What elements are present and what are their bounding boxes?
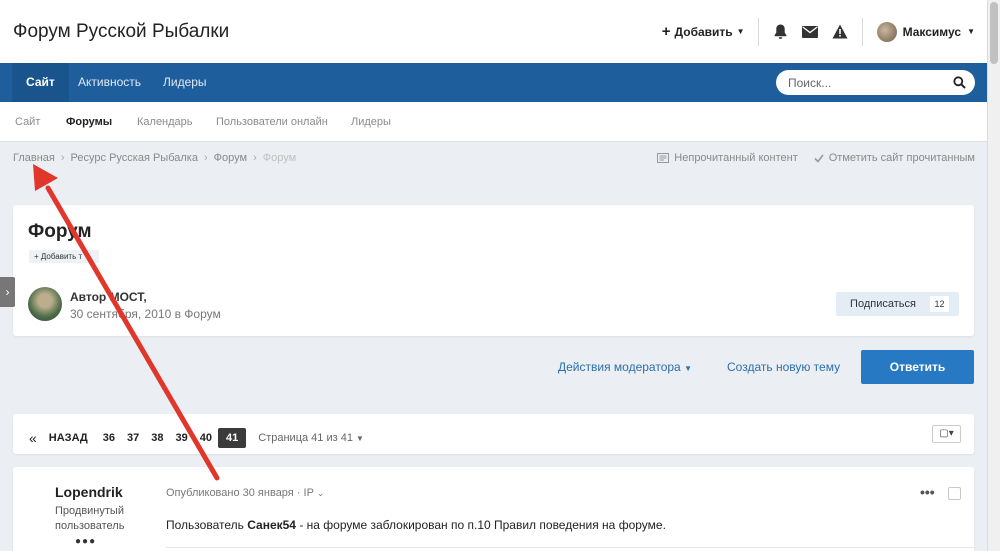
chevron-right-icon: › — [60, 152, 65, 164]
breadcrumb: Главная › Ресурс Русская Рыбалка › Форум… — [13, 152, 296, 164]
post-meta[interactable]: Опубликовано 30 января · IP ⌄ — [166, 487, 324, 499]
prev-page-button[interactable]: НАЗАД — [43, 428, 94, 448]
page-jump-dropdown[interactable]: Страница 41 из 41 ▼ — [258, 432, 364, 444]
follow-label: Подписаться — [850, 298, 916, 310]
post-card — [13, 467, 974, 551]
moderator-actions-button[interactable]: Действия модератора ▼ — [558, 360, 692, 374]
page-title: Форум — [28, 221, 92, 242]
warning-icon[interactable] — [832, 24, 848, 39]
breadcrumb-item-forum[interactable]: Форум — [214, 152, 247, 164]
chevron-right-icon: › — [203, 152, 208, 164]
unread-icon — [657, 153, 670, 163]
main-nav: Сайт Активность Лидеры — [0, 63, 987, 102]
post-author-role: Продвинутый пользователь — [55, 504, 125, 534]
nav-item-site[interactable]: Сайт — [12, 63, 69, 102]
scrollbar-thumb[interactable] — [990, 2, 998, 64]
caret-down-icon: ▼ — [967, 27, 975, 36]
unread-content-label: Непрочитанный контент — [674, 152, 798, 164]
notification-icons — [759, 17, 863, 46]
sidebar-toggle[interactable]: › — [0, 277, 15, 307]
add-button[interactable]: + Добавить ▼ — [661, 17, 759, 46]
chevron-down-icon: ⌄ — [316, 488, 325, 498]
user-name: Максимус — [902, 24, 962, 39]
rank-dots-icon: ●●● — [75, 536, 97, 547]
mark-site-read-label: Отметить сайт прочитанным — [828, 152, 975, 164]
mark-site-read-link[interactable]: Отметить сайт прочитанным — [814, 152, 975, 164]
site-title[interactable]: Форум Русской Рыбалки — [13, 21, 229, 43]
add-tag-label: Добавить т — [40, 252, 83, 261]
follow-button[interactable]: Подписаться 12 — [836, 292, 959, 316]
page-link[interactable]: 39 — [170, 428, 194, 448]
reply-button[interactable]: Ответить — [861, 350, 974, 384]
avatar — [876, 21, 897, 42]
subnav-item-forums[interactable]: Форумы — [66, 102, 112, 142]
post-content: Пользователь Санек54 - на форуме заблоки… — [166, 518, 666, 532]
subnav-item-calendar[interactable]: Календарь — [137, 102, 193, 142]
author-line[interactable]: Автор МОСТ, — [70, 290, 147, 304]
breadcrumb-item-home[interactable]: Главная — [13, 152, 55, 164]
check-icon — [814, 154, 824, 163]
chevron-right-icon: › — [253, 152, 257, 164]
post-select-checkbox[interactable] — [948, 487, 961, 500]
post-text: - на форуме заблокирован по п.10 Правил … — [295, 518, 666, 532]
topic-header-card: Форум + Добавить т Автор МОСТ, 30 сентяб… — [13, 205, 974, 336]
topic-date: 30 сентября, 2010 в Форум — [70, 307, 221, 321]
post-meta-label: Опубликовано 30 января · IP — [166, 487, 314, 499]
breadcrumb-item-current: Форум — [262, 152, 297, 164]
subnav-item-online-users[interactable]: Пользователи онлайн — [216, 102, 328, 142]
pagination: « НАЗАД 36 37 38 39 40 41 Страница 41 из… — [29, 428, 364, 448]
caret-down-icon: ▼ — [736, 27, 745, 36]
page-link[interactable]: 38 — [145, 428, 169, 448]
role-line: пользователь — [55, 520, 125, 532]
page-link[interactable]: 37 — [121, 428, 145, 448]
header-actions: + Добавить ▼ Максимус ▼ — [662, 0, 987, 63]
more-options-icon[interactable]: ••• — [920, 484, 935, 500]
post-mentioned-user: Санек54 — [247, 518, 296, 532]
unread-content-link[interactable]: Непрочитанный контент — [657, 152, 798, 164]
add-tag-button[interactable]: + Добавить т — [29, 250, 99, 263]
nav-item-activity[interactable]: Активность — [78, 63, 141, 102]
plus-icon: + — [661, 23, 671, 40]
bell-icon[interactable] — [773, 24, 788, 40]
breadcrumb-item-resource[interactable]: Ресурс Русская Рыбалка — [71, 152, 198, 164]
role-line: Продвинутый — [55, 505, 124, 517]
post-text: Пользователь — [166, 518, 248, 532]
search-input[interactable] — [788, 70, 948, 95]
breadcrumb-actions: Непрочитанный контент Отметить сайт проч… — [657, 152, 975, 164]
nav-item-leaders[interactable]: Лидеры — [163, 63, 207, 102]
divider — [166, 547, 974, 548]
current-page[interactable]: 41 — [218, 428, 247, 448]
first-page-button[interactable]: « — [29, 428, 43, 448]
multi-select-toggle[interactable]: ▢▾ — [932, 425, 961, 443]
caret-down-icon: ▼ — [356, 434, 364, 443]
scrollbar[interactable] — [987, 0, 1000, 551]
envelope-icon[interactable] — [801, 25, 818, 38]
search-icon[interactable] — [953, 76, 966, 89]
chevron-right-icon: › — [5, 285, 10, 299]
page-link[interactable]: 40 — [194, 428, 218, 448]
follower-count-badge: 12 — [930, 296, 949, 312]
sub-nav: Сайт Форумы Календарь Пользователи онлай… — [0, 102, 987, 142]
search-box — [776, 70, 975, 95]
new-topic-button[interactable]: Создать новую тему — [727, 360, 840, 374]
avatar[interactable] — [28, 287, 62, 321]
moderator-actions-label: Действия модератора — [558, 360, 681, 374]
site-header: Форум Русской Рыбалки + Добавить ▼ Макси… — [0, 0, 987, 63]
add-button-label: Добавить — [674, 24, 733, 39]
caret-down-icon: ▼ — [684, 364, 692, 373]
post-author-name[interactable]: Lopendrik — [55, 484, 123, 500]
page-link[interactable]: 36 — [97, 428, 121, 448]
user-menu[interactable]: Максимус ▼ — [863, 21, 987, 42]
subnav-item-site[interactable]: Сайт — [15, 102, 40, 142]
page-total-label: Страница 41 из 41 — [258, 432, 353, 444]
subnav-item-leaders[interactable]: Лидеры — [351, 102, 391, 142]
